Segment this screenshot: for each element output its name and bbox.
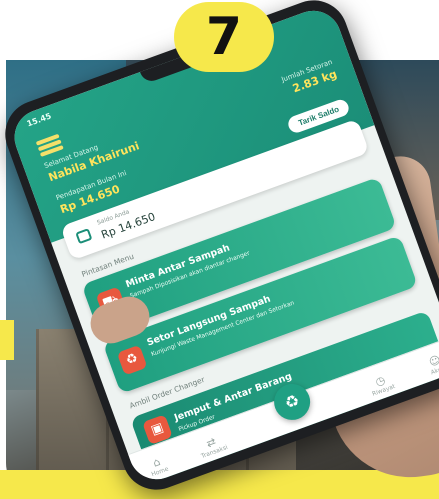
app-logo-icon [35,133,64,157]
recycle-icon: ♻ [116,344,148,376]
step-number-badge: 7 [174,2,274,72]
photo-scene: 15.45 Selamat Datang Nabila Khairuni Pen… [0,0,439,499]
nav-home[interactable]: ⌂ Home [136,449,180,481]
nav-transaksi[interactable]: ⇄ Transaksi [190,430,234,462]
nav-akun[interactable]: ☺ Akun [414,348,439,380]
status-time: 15.45 [25,111,53,129]
yellow-frame-bottom [0,470,439,499]
wallet-icon [75,228,93,245]
yellow-frame-left [0,320,14,360]
nav-riwayat[interactable]: ◷ Riwayat [359,368,403,400]
